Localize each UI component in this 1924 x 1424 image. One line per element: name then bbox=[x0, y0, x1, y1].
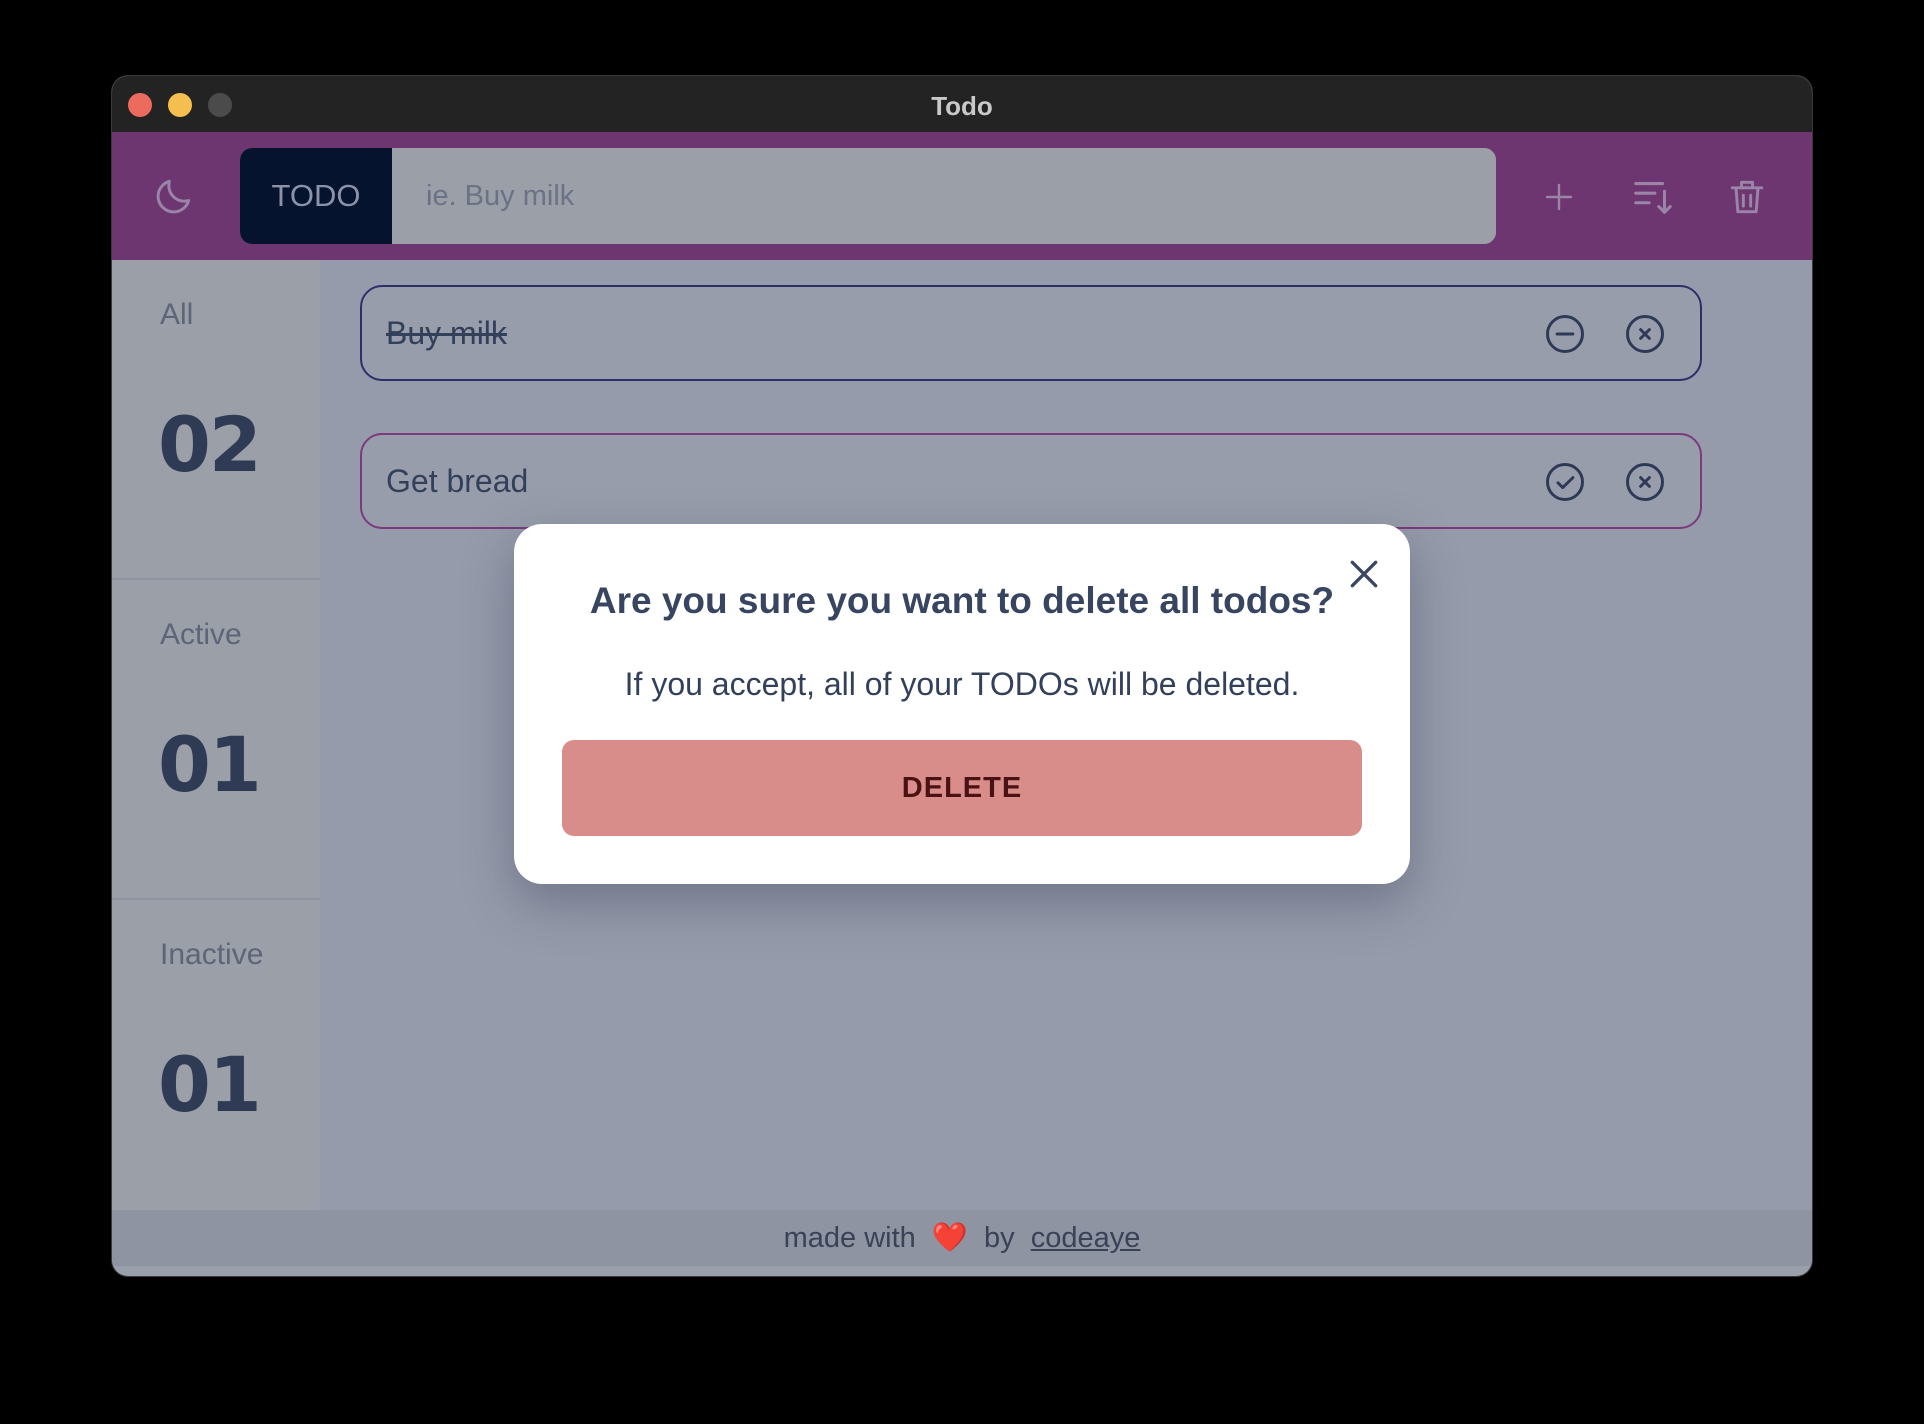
footer-made-with: made with bbox=[783, 1222, 916, 1254]
mark-complete-button[interactable] bbox=[1544, 461, 1586, 503]
footer-by: by bbox=[984, 1222, 1015, 1254]
stat-value: 01 bbox=[158, 720, 262, 809]
stat-value: 01 bbox=[158, 1040, 262, 1129]
minus-circle-icon bbox=[1546, 315, 1584, 353]
modal-body: If you accept, all of your TODOs will be… bbox=[624, 666, 1300, 702]
author-link[interactable]: codeaye bbox=[1031, 1222, 1141, 1254]
stats-sidebar: All 02 Active 01 Inactive 01 bbox=[112, 260, 320, 1210]
todo-tag-label: TODO bbox=[240, 148, 392, 244]
title-bar: Todo bbox=[112, 76, 1812, 132]
x-circle-icon bbox=[1626, 463, 1664, 501]
remove-todo-button[interactable] bbox=[1624, 313, 1666, 355]
todo-item-active[interactable]: Get bread bbox=[360, 433, 1702, 529]
delete-all-button[interactable] bbox=[1722, 172, 1772, 222]
window-title: Todo bbox=[931, 91, 993, 121]
modal-title: Are you sure you want to delete all todo… bbox=[589, 580, 1335, 621]
todo-item-completed[interactable]: Buy milk bbox=[360, 285, 1702, 381]
check-circle-icon bbox=[1546, 463, 1584, 501]
app-header: TODO bbox=[112, 132, 1812, 260]
stat-label: All bbox=[160, 298, 194, 331]
sort-icon bbox=[1634, 182, 1672, 214]
delete-confirm-modal: Are you sure you want to delete all todo… bbox=[514, 524, 1410, 884]
stat-value: 02 bbox=[158, 400, 262, 489]
plus-icon bbox=[1545, 183, 1573, 211]
heart-icon: ❤️ bbox=[931, 1222, 968, 1254]
sort-todos-button[interactable] bbox=[1628, 172, 1678, 222]
todo-input[interactable] bbox=[392, 148, 1496, 244]
stat-active[interactable]: Active 01 bbox=[112, 578, 320, 898]
add-todo-button[interactable] bbox=[1534, 172, 1584, 222]
x-circle-icon bbox=[1626, 315, 1664, 353]
todo-text: Get bread bbox=[386, 463, 529, 499]
mark-active-button[interactable] bbox=[1544, 313, 1586, 355]
stat-all[interactable]: All 02 bbox=[112, 260, 320, 578]
stat-label: Inactive bbox=[160, 938, 264, 971]
todo-text: Buy milk bbox=[386, 315, 507, 351]
moon-icon[interactable] bbox=[152, 174, 196, 218]
remove-todo-button[interactable] bbox=[1624, 461, 1666, 503]
footer: made with ❤️ by codeaye bbox=[112, 1210, 1812, 1266]
confirm-delete-button[interactable]: DELETE bbox=[562, 740, 1362, 836]
trash-icon bbox=[1730, 180, 1764, 214]
stat-label: Active bbox=[160, 618, 242, 651]
stat-inactive[interactable]: Inactive 01 bbox=[112, 898, 320, 1218]
todo-input-group: TODO bbox=[240, 148, 1496, 244]
